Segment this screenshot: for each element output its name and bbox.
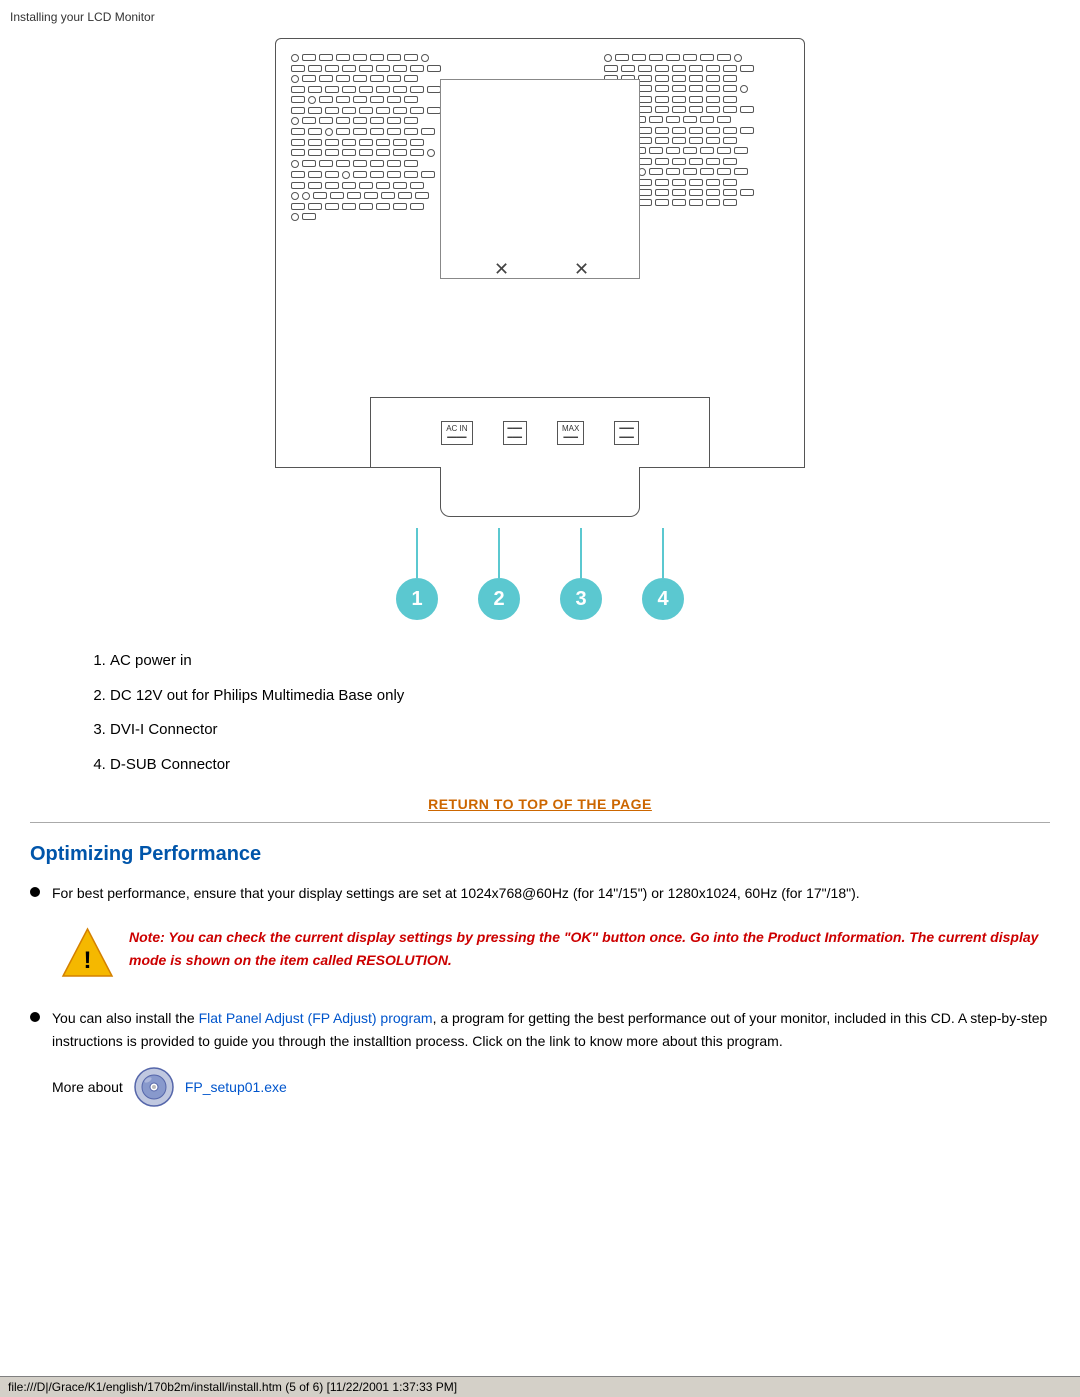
cross-icon-right: ✕ <box>574 259 589 280</box>
line-1 <box>416 528 418 578</box>
connector-list: AC power in DC 12V out for Philips Multi… <box>90 650 1050 776</box>
monitor-diagram: ✕ ✕ AC IN━━━━ ━━━━━━ MAX━━━ ━━━━━━ 1 2 <box>260 38 820 620</box>
circle-3: 3 <box>560 528 602 620</box>
list-item-1: AC power in <box>110 650 1050 673</box>
return-to-top-link[interactable]: RETURN TO TOP OF THE PAGE <box>428 796 652 812</box>
return-link-container: RETURN TO TOP OF THE PAGE <box>30 796 1050 812</box>
warning-icon: ! <box>60 926 115 981</box>
bullet-dot-1 <box>30 887 40 897</box>
cd-icon <box>133 1066 175 1108</box>
status-bar: file:///D|/Grace/K1/english/170b2m/insta… <box>0 1376 1080 1397</box>
warning-body: You can check the current display settin… <box>129 929 1038 967</box>
svg-text:!: ! <box>84 947 92 974</box>
circle-label-2: 2 <box>478 578 520 620</box>
line-2 <box>498 528 500 578</box>
fp-adjust-link[interactable]: Flat Panel Adjust (FP Adjust) program <box>199 1010 433 1026</box>
connector-port-2: ━━━━━━ <box>503 421 527 445</box>
optimizing-title: Optimizing Performance <box>30 843 1050 866</box>
numbered-circles: 1 2 3 4 <box>376 528 704 620</box>
bullet-text-2: You can also install the Flat Panel Adju… <box>52 1007 1050 1052</box>
bullet-item-2: You can also install the Flat Panel Adju… <box>30 1007 1050 1052</box>
page-breadcrumb: Installing your LCD Monitor <box>10 10 155 24</box>
note-label: Note: <box>129 929 165 945</box>
center-panel <box>440 79 640 279</box>
line-3 <box>580 528 582 578</box>
list-item-4: D-SUB Connector <box>110 754 1050 777</box>
circle-4: 4 <box>642 528 684 620</box>
more-about-row: More about FP_setup01.exe <box>52 1066 1050 1108</box>
circle-1: 1 <box>396 528 438 620</box>
circle-label-4: 4 <box>642 578 684 620</box>
circle-label-1: 1 <box>396 578 438 620</box>
fp-setup-link[interactable]: FP_setup01.exe <box>185 1079 287 1095</box>
list-item-3: DVI-I Connector <box>110 719 1050 742</box>
more-about-label: More about <box>52 1079 123 1095</box>
cross-icon-left: ✕ <box>494 259 509 280</box>
stand-area <box>440 467 640 517</box>
list-item-2: DC 12V out for Philips Multimedia Base o… <box>110 685 1050 708</box>
connector-port-3: MAX━━━ <box>557 421 584 445</box>
line-4 <box>662 528 664 578</box>
connector-port-4: ━━━━━━ <box>614 421 638 445</box>
connector-area: AC IN━━━━ ━━━━━━ MAX━━━ ━━━━━━ <box>370 397 710 467</box>
monitor-back-panel: ✕ ✕ AC IN━━━━ ━━━━━━ MAX━━━ ━━━━━━ <box>275 38 805 468</box>
warning-box: ! Note: You can check the current displa… <box>52 918 1050 989</box>
warning-text: Note: You can check the current display … <box>129 926 1042 971</box>
status-text: file:///D|/Grace/K1/english/170b2m/insta… <box>8 1380 457 1394</box>
bullet-item-1: For best performance, ensure that your d… <box>30 882 1050 904</box>
connector-port-1: AC IN━━━━ <box>441 421 472 445</box>
circle-2: 2 <box>478 528 520 620</box>
section-divider <box>30 822 1050 823</box>
bullet-text-1: For best performance, ensure that your d… <box>52 882 860 904</box>
circle-label-3: 3 <box>560 578 602 620</box>
optimizing-section: Optimizing Performance For best performa… <box>30 843 1050 1108</box>
bullet-dot-2 <box>30 1012 40 1022</box>
